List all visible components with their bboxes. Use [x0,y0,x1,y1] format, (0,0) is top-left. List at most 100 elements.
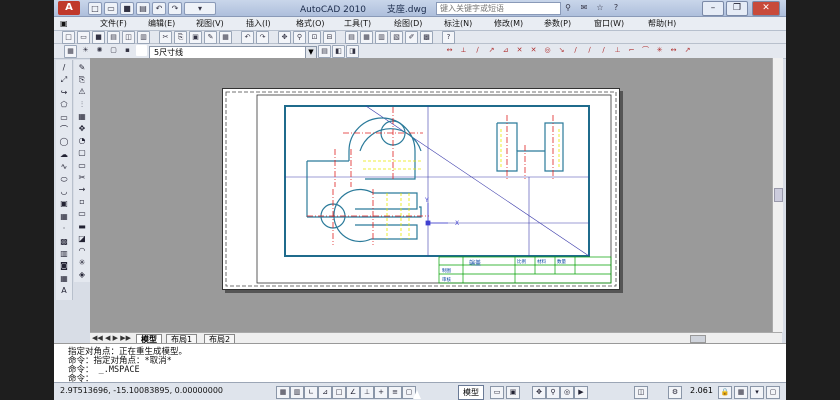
annotation-scale-value[interactable]: 2.061 [690,386,713,395]
polyline-icon[interactable]: ↪ [58,87,70,99]
sheet-set-icon[interactable]: ▧ [390,31,403,44]
snap-mode-icon[interactable]: ▦ [276,386,290,399]
save-icon[interactable]: ■ [92,31,105,44]
leader-icon[interactable]: ↗ [682,45,693,56]
clean-screen-icon[interactable]: ▢ [766,386,780,399]
minimize-button[interactable]: – [702,1,724,16]
dynamic-ucs-icon[interactable]: ⊥ [360,386,374,399]
status-menu-icon[interactable]: ▾ [750,386,764,399]
menu-modify[interactable]: 修改(M) [494,17,523,30]
tool-palettes-icon[interactable]: ▥ [375,31,388,44]
region-icon[interactable]: ◙ [58,260,70,272]
design-center-icon[interactable]: ▦ [360,31,373,44]
menu-tools[interactable]: 工具(T) [344,17,371,30]
grid-display-icon[interactable]: ▥ [290,386,304,399]
lineweight-icon[interactable]: ≡ [388,386,402,399]
fillet-icon[interactable]: ⌒ [640,45,651,56]
search-icon[interactable]: ⚲ [562,2,574,13]
calculator-icon[interactable]: ▩ [420,31,433,44]
rectangle-icon[interactable]: ▭ [58,112,70,124]
menu-file[interactable]: 文件(F) [100,17,127,30]
vertical-scrollbar[interactable] [772,58,783,332]
properties-icon[interactable]: ▤ [345,31,358,44]
drawing-canvas[interactable]: Y X 端盖 比例 材料 数量 制图 审核 [223,89,619,289]
layer-lock-icon[interactable]: ▢ [108,45,119,56]
tab-nav-arrows[interactable]: ◀◀ ◀ ▶ ▶▶ [92,334,131,342]
object-snap-icon[interactable]: □ [332,386,346,399]
break-tool-icon[interactable]: ▭ [76,208,88,220]
menu-draw[interactable]: 绘图(D) [394,17,422,30]
make-current-layer-icon[interactable]: ▤ [318,45,331,58]
properties-tool-icon[interactable]: ◈ [76,269,88,281]
chamfer-icon[interactable]: ⌐ [626,45,637,56]
mirror-tool-icon[interactable]: ⚠ [76,86,88,98]
menu-app-icon[interactable]: ▣ [60,17,68,30]
undo-icon[interactable]: ↶ [152,2,166,15]
coordinate-readout[interactable]: 2.9T513696, -15.10083895, 0.00000000 [60,386,223,395]
polygon-icon[interactable]: ⬠ [58,99,70,111]
menu-insert[interactable]: 插入(I) [246,17,271,30]
communication-center-icon[interactable]: ✉ [578,2,590,13]
help-icon[interactable]: ? [610,2,622,13]
arc-icon[interactable]: ⌒ [58,124,70,136]
dimension-icon[interactable]: ↔ [668,45,679,56]
restore-button[interactable]: ❐ [726,1,748,16]
undo-icon[interactable]: ↶ [241,31,254,44]
print-icon[interactable]: ▤ [136,2,150,15]
ortho-mode-icon[interactable]: ∟ [304,386,318,399]
table-icon[interactable]: ▦ [58,273,70,285]
copy-icon[interactable]: ⎘ [174,31,187,44]
showmotion-icon[interactable]: ▶ [574,386,588,399]
array-tool-icon[interactable]: ▦ [76,111,88,123]
plot-preview-icon[interactable]: ◫ [122,31,135,44]
steering-wheel-icon[interactable]: ◎ [560,386,574,399]
ellipse-icon[interactable]: ⬭ [58,174,70,186]
menu-window[interactable]: 窗口(W) [594,17,624,30]
command-window[interactable]: 指定对角点：正在重生成模型。 命令：指定对角点：*取消* 命令： _.MSPAC… [54,343,786,384]
break-at-point-icon[interactable]: ▫ [76,196,88,208]
gradient-icon[interactable]: ▥ [58,248,70,260]
menu-help[interactable]: 帮助(H) [648,17,676,30]
ellipse-arc-icon[interactable]: ◡ [58,186,70,198]
copy-object-icon[interactable]: ⟂ [458,45,469,56]
menu-dimension[interactable]: 标注(N) [444,17,472,30]
quick-view-drawings-icon[interactable]: ▣ [506,386,520,399]
zoom-previous-icon[interactable]: ⊟ [323,31,336,44]
trim-icon[interactable]: / [570,45,581,56]
redo-icon[interactable]: ↷ [168,2,182,15]
join-icon[interactable]: ⊥ [612,45,623,56]
hatch-icon[interactable]: ▩ [58,236,70,248]
offset-icon[interactable]: ↗ [486,45,497,56]
markup-icon[interactable]: ✐ [405,31,418,44]
move-tool-icon[interactable]: ✥ [76,123,88,135]
extend-tool-icon[interactable]: → [76,184,88,196]
make-block-icon[interactable]: ▦ [58,211,70,223]
dynamic-input-icon[interactable]: + [374,386,388,399]
layer-on-icon[interactable]: ☀ [80,45,91,56]
zoom-window-icon[interactable]: ⊡ [308,31,321,44]
redo-icon[interactable]: ↷ [256,31,269,44]
menu-format[interactable]: 格式(O) [296,17,325,30]
workspace-dropdown[interactable]: ▾ [184,2,216,15]
explode-tool-icon[interactable]: ✳ [76,257,88,269]
menu-parametric[interactable]: 参数(P) [544,17,571,30]
trim-tool-icon[interactable]: ✂ [76,172,88,184]
zoom-icon[interactable]: ⚲ [546,386,560,399]
annotation-scale-icon[interactable]: ◫ [634,386,648,399]
block-editor-icon[interactable]: ▦ [219,31,232,44]
drawing-area[interactable]: Y X 端盖 比例 材料 数量 制图 审核 [90,58,772,332]
layer-freeze-icon[interactable]: ✺ [94,45,105,56]
favorites-icon[interactable]: ☆ [594,2,606,13]
publish-icon[interactable]: ▥ [137,31,150,44]
layer-states-icon[interactable]: ◨ [346,45,359,58]
array-icon[interactable]: ⊿ [500,45,511,56]
chamfer-tool-icon[interactable]: ◪ [76,233,88,245]
pan-realtime-icon[interactable]: ✥ [278,31,291,44]
erase-tool-icon[interactable]: ✎ [76,62,88,74]
match-properties-icon[interactable]: ✎ [204,31,217,44]
erase-icon[interactable]: ↔ [444,45,455,56]
layer-manager-icon[interactable]: ▦ [64,45,77,58]
insert-block-icon[interactable]: ▣ [58,198,70,210]
save-icon[interactable]: ■ [120,2,134,15]
pan-icon[interactable]: ✥ [532,386,546,399]
